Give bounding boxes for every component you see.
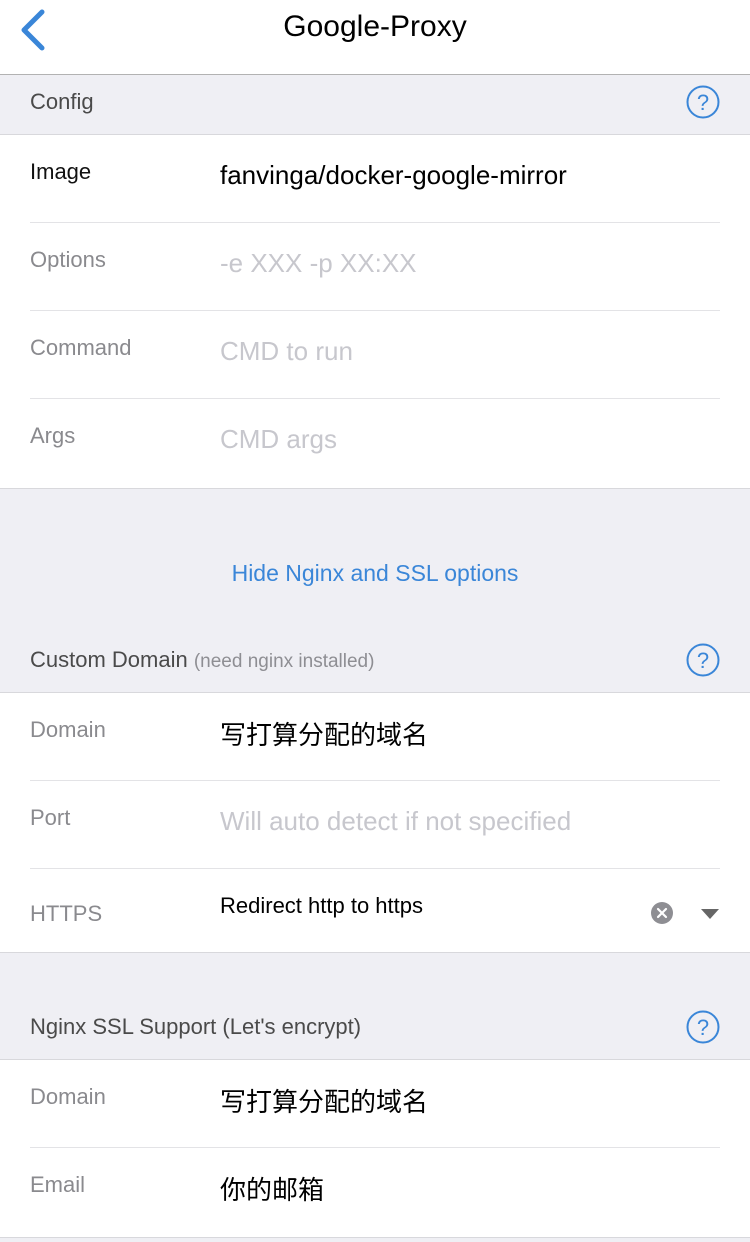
config-group: Image Options Command Args [0, 135, 750, 489]
image-row: Image [30, 135, 720, 223]
options-row: Options [30, 223, 720, 311]
clear-icon[interactable] [650, 901, 674, 925]
navigation-bar: Google-Proxy [0, 0, 750, 75]
custom-domain-header-label: Custom Domain [30, 647, 188, 672]
custom-domain-input[interactable] [220, 713, 700, 753]
ssl-domain-row: Domain [30, 1060, 720, 1148]
image-label: Image [30, 159, 92, 184]
port-input[interactable] [220, 801, 700, 841]
custom-domain-label: Domain [30, 717, 106, 742]
custom-domain-help-icon[interactable]: ? [686, 643, 720, 677]
ssl-help-icon[interactable]: ? [686, 1010, 720, 1044]
svg-text:?: ? [697, 90, 709, 115]
ssl-domain-input[interactable] [220, 1080, 700, 1120]
https-select[interactable]: Redirect http to https [220, 893, 423, 919]
args-input[interactable] [220, 419, 700, 459]
email-label: Email [30, 1172, 86, 1197]
image-input[interactable] [220, 155, 700, 195]
page-title: Google-Proxy [283, 10, 467, 43]
ssl-group: Domain Email [0, 1060, 750, 1238]
svg-text:?: ? [697, 648, 709, 673]
args-label: Args [30, 423, 76, 448]
custom-domain-header-wrap: Custom Domain (need nginx installed) [30, 647, 374, 673]
custom-domain-header-note: (need nginx installed) [193, 651, 375, 672]
hide-nginx-ssl-link[interactable]: Hide Nginx and SSL options [0, 560, 750, 587]
ssl-section-header: Nginx SSL Support (Let's encrypt) ? [0, 1000, 750, 1060]
caret-down-icon[interactable] [700, 907, 720, 919]
config-header-label: Config [30, 89, 94, 114]
command-row: Command [30, 311, 720, 399]
args-row: Args [30, 399, 720, 487]
command-label: Command [30, 335, 132, 360]
ssl-domain-label: Domain [30, 1084, 106, 1109]
port-row: Port [30, 781, 720, 869]
email-row: Email [30, 1148, 720, 1236]
ssl-header-label: Nginx SSL Support (Let's encrypt) [30, 1014, 362, 1039]
port-label: Port [30, 805, 71, 830]
command-input[interactable] [220, 331, 700, 371]
custom-domain-section-header: Custom Domain (need nginx installed) ? [0, 633, 750, 693]
custom-domain-group: Domain Port HTTPS Redirect http to https [0, 693, 750, 953]
config-section-header: Config ? [0, 75, 750, 135]
options-input[interactable] [220, 243, 700, 283]
email-input[interactable] [220, 1168, 700, 1208]
custom-domain-row: Domain [30, 693, 720, 781]
options-label: Options [30, 247, 106, 272]
https-row: HTTPS Redirect http to https [30, 869, 720, 957]
https-label: HTTPS [30, 901, 103, 926]
config-help-icon[interactable]: ? [686, 85, 720, 119]
svg-text:?: ? [697, 1015, 709, 1040]
